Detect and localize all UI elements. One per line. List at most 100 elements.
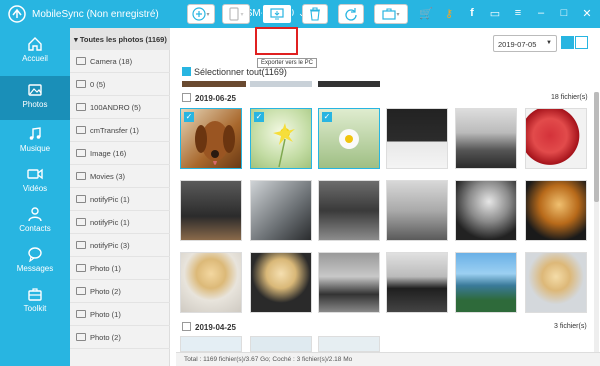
image-icon	[76, 103, 86, 111]
nav-label-photos: Photos	[22, 100, 48, 109]
list-view-button[interactable]	[575, 36, 588, 49]
toolbox-button[interactable]: ▾	[374, 4, 408, 24]
group-count: 3 fichier(s)	[554, 323, 587, 330]
group-checkbox[interactable]	[182, 322, 191, 331]
folder-item[interactable]: Movies (3)	[70, 165, 170, 188]
photo-thumb[interactable]	[250, 180, 312, 241]
folder-item[interactable]: cmTransfer (1)	[70, 119, 170, 142]
photo-thumb[interactable]	[386, 180, 448, 241]
select-all-checkbox[interactable]	[182, 67, 191, 76]
folder-item[interactable]: notifyPic (1)	[70, 188, 170, 211]
chevron-down-icon: ▾	[206, 11, 210, 18]
chevron-down-icon: ▾	[396, 11, 400, 18]
image-icon	[76, 80, 86, 88]
photo-thumb[interactable]	[525, 180, 587, 241]
minimize-icon[interactable]: –	[534, 6, 548, 20]
folder-label: notifyPic (1)	[90, 195, 130, 204]
scrollbar-thumb[interactable]	[594, 92, 599, 202]
photo-thumb[interactable]	[180, 180, 242, 241]
nav-toolkit[interactable]: Toolkit	[0, 280, 70, 324]
photo-thumb[interactable]	[318, 252, 380, 313]
photo-thumb[interactable]	[455, 108, 517, 169]
folder-label: 100ANDRO (5)	[90, 103, 141, 112]
photo-thumb[interactable]	[250, 252, 312, 313]
nav-label-home: Accueil	[22, 54, 48, 63]
check-icon[interactable]: ✓	[254, 112, 264, 122]
folder-item[interactable]: Photo (2)	[70, 326, 170, 349]
folder-label: Camera (18)	[90, 57, 133, 66]
folder-label: cmTransfer (1)	[90, 126, 139, 135]
image-icon	[76, 149, 86, 157]
export-pc-icon	[270, 8, 284, 20]
photo-thumb[interactable]	[455, 180, 517, 241]
nav-label-toolkit: Toolkit	[23, 304, 47, 313]
photo-thumb[interactable]	[318, 336, 380, 352]
folder-label: Photo (1)	[90, 310, 121, 319]
video-icon	[27, 168, 43, 180]
folder-item[interactable]: Photo (1)	[70, 303, 170, 326]
folder-item[interactable]: notifyPic (1)	[70, 211, 170, 234]
facebook-icon[interactable]: f	[465, 6, 479, 20]
folder-item[interactable]: 100ANDRO (5)	[70, 96, 170, 119]
photo-thumb[interactable]: ✓	[250, 108, 312, 169]
export-to-pc-button[interactable]	[262, 4, 292, 24]
image-icon	[76, 195, 86, 203]
image-icon	[76, 241, 86, 249]
check-icon[interactable]: ✓	[184, 112, 194, 122]
folder-item[interactable]: notifyPic (3)	[70, 234, 170, 257]
close-icon[interactable]: ✕	[580, 6, 594, 20]
nav-label-messages: Messages	[16, 264, 54, 273]
photo-thumb[interactable]: ✓	[318, 108, 380, 169]
scrollbar[interactable]	[594, 92, 599, 352]
toolkit-icon	[28, 288, 42, 301]
photo-thumb[interactable]	[525, 108, 587, 169]
photo-thumb[interactable]	[525, 252, 587, 313]
folder-all-photos[interactable]: ▾ Toutes les photos (1169)	[70, 28, 170, 50]
export-device-button[interactable]: ▾	[222, 4, 250, 24]
image-icon	[76, 172, 86, 180]
image-icon	[76, 310, 86, 318]
folder-item[interactable]: Camera (18)	[70, 50, 170, 73]
folder-item[interactable]: Photo (1)	[70, 257, 170, 280]
folder-item[interactable]: Photo (2)	[70, 280, 170, 303]
photo-thumb[interactable]	[455, 252, 517, 313]
image-icon	[76, 264, 86, 272]
export-highlight	[255, 27, 298, 55]
feedback-icon[interactable]: ▭	[488, 6, 502, 20]
maximize-icon[interactable]: □	[557, 6, 571, 20]
home-icon	[28, 37, 42, 51]
photo-thumb[interactable]	[250, 336, 312, 352]
main-nav: Accueil Photos Musique Vidéos Contacts M…	[0, 28, 70, 366]
folder-item[interactable]: Image (16)	[70, 142, 170, 165]
photo-thumb[interactable]: ✓	[180, 108, 242, 169]
photo-thumb[interactable]	[386, 108, 448, 169]
nav-contacts[interactable]: Contacts	[0, 200, 70, 244]
photo-thumb[interactable]	[386, 252, 448, 313]
folder-label: Photo (2)	[90, 287, 121, 296]
image-icon	[76, 218, 86, 226]
group-checkbox[interactable]	[182, 93, 191, 102]
folder-item[interactable]: 0 (5)	[70, 73, 170, 96]
refresh-button[interactable]	[338, 4, 364, 24]
title-bar: MobileSync (Non enregistré) ▲ SM-G9350 ⌄…	[0, 0, 600, 28]
nav-home[interactable]: Accueil	[0, 30, 70, 74]
nav-messages[interactable]: Messages	[0, 240, 70, 284]
photo-thumb[interactable]	[180, 252, 242, 313]
nav-music[interactable]: Musique	[0, 120, 70, 164]
nav-videos[interactable]: Vidéos	[0, 160, 70, 204]
photo-thumb[interactable]	[318, 180, 380, 241]
photo-thumb[interactable]	[180, 336, 242, 352]
nav-photos[interactable]: Photos	[0, 76, 70, 120]
add-icon	[192, 7, 207, 21]
contacts-icon	[28, 207, 42, 222]
grid-view-button[interactable]	[561, 36, 574, 49]
menu-icon[interactable]: ≡	[511, 6, 525, 20]
key-icon[interactable]: ⚷	[442, 6, 456, 20]
refresh-icon	[345, 8, 357, 21]
check-icon[interactable]: ✓	[322, 112, 332, 122]
add-button[interactable]: ▾	[187, 4, 215, 24]
photo-strip	[182, 81, 246, 87]
cart-icon[interactable]: 🛒	[419, 6, 433, 20]
date-select[interactable]: 2019-07-05 ▼	[493, 35, 557, 52]
delete-button[interactable]	[302, 4, 328, 24]
